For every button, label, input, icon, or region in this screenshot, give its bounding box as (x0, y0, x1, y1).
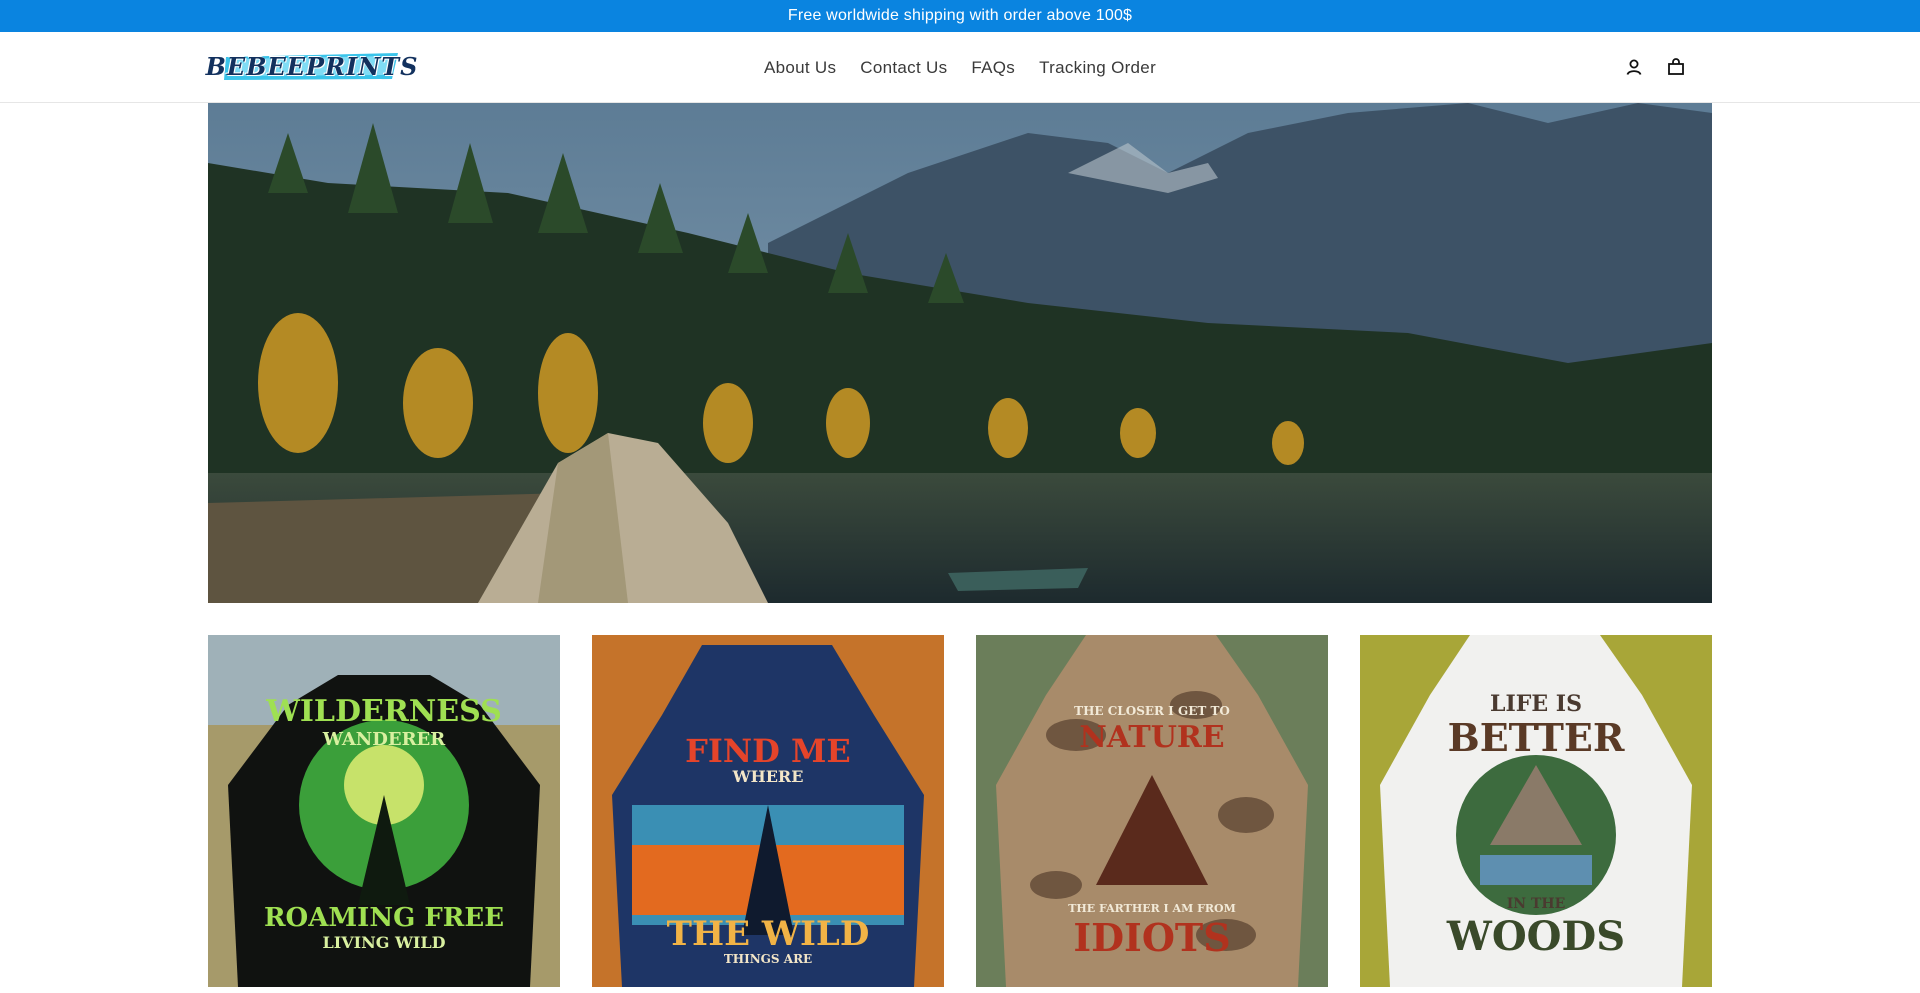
logo-text: BEBEEPRINTS (205, 51, 419, 81)
account-icon[interactable] (1623, 56, 1645, 78)
print-line: WANDERER (322, 729, 446, 750)
nav-faqs[interactable]: FAQs (971, 54, 1015, 82)
print-line: WILDERNESS (266, 694, 502, 729)
print-line: LIFE IS (1490, 691, 1582, 717)
print-line: IN THE (1506, 896, 1566, 912)
nav-tracking-order[interactable]: Tracking Order (1039, 54, 1156, 82)
print-line: NATURE (1079, 720, 1225, 755)
site-header: BEBEEPRINTS About Us Contact Us FAQs Tra… (0, 32, 1920, 103)
announcement-text: Free worldwide shipping with order above… (787, 7, 1133, 24)
product-card[interactable]: FIND ME WHERE THE WILD THINGS ARE (592, 635, 944, 987)
product-card[interactable]: WILDERNESS WANDERER ROAMING FREE LIVING … (208, 635, 560, 987)
product-card[interactable]: THE CLOSER I GET TO NATURE THE FARTHER I… (976, 635, 1328, 987)
print-line: LIVING WILD (322, 933, 446, 952)
logo[interactable]: BEBEEPRINTS (206, 49, 418, 83)
print-line: FIND ME (685, 732, 851, 770)
hero-banner[interactable] (208, 103, 1712, 603)
hero-image (208, 103, 1712, 603)
product-grid: WILDERNESS WANDERER ROAMING FREE LIVING … (208, 635, 1712, 993)
product-card[interactable]: LIFE IS BETTER IN THE WOODS (1360, 635, 1712, 987)
print-line: ROAMING FREE (263, 903, 505, 933)
print-line: WOODS (1446, 913, 1626, 960)
print-line: THE CLOSER I GET TO (1074, 704, 1230, 718)
print-line: THE FARTHER I AM FROM (1068, 902, 1236, 915)
nav-about-us[interactable]: About Us (764, 54, 836, 82)
announcement-bar: Free worldwide shipping with order above… (0, 0, 1920, 32)
header-icons (1623, 56, 1687, 78)
print-line: WHERE (732, 767, 804, 786)
print-line: BETTER (1447, 715, 1625, 760)
print-line: IDIOTS (1073, 915, 1231, 960)
print-line: THINGS ARE (723, 952, 813, 966)
nav-contact-us[interactable]: Contact Us (860, 54, 947, 82)
cart-icon[interactable] (1665, 56, 1687, 78)
print-line: THE WILD (666, 914, 870, 954)
